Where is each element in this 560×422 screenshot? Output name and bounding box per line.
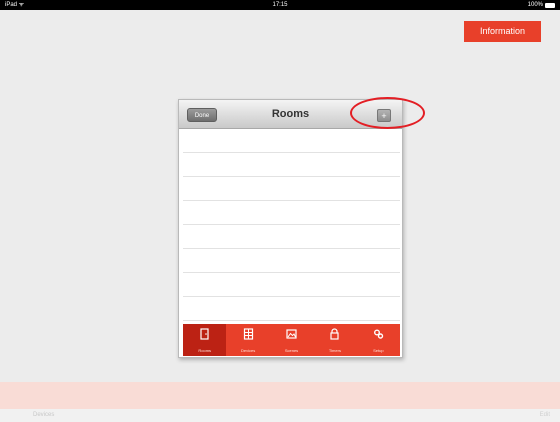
door-icon: [200, 328, 209, 340]
bottom-strip: [0, 382, 560, 409]
bottom-bar: Devices Edit: [0, 409, 560, 422]
image-icon: [286, 329, 297, 339]
tab-label: Setup: [373, 348, 384, 353]
done-button[interactable]: Done: [187, 108, 217, 122]
bottom-right-label[interactable]: Edit: [540, 412, 550, 418]
information-button[interactable]: Information: [464, 21, 541, 42]
tab-devices[interactable]: Devices: [226, 324, 269, 356]
list-item[interactable]: [183, 129, 400, 153]
bottom-left-label[interactable]: Devices: [33, 412, 54, 418]
tab-rooms[interactable]: Rooms: [183, 324, 227, 356]
tab-setup[interactable]: Setup: [357, 324, 400, 356]
popover-title: Rooms: [271, 108, 310, 120]
list-item[interactable]: [183, 249, 400, 273]
lock-icon: [330, 328, 340, 340]
list-item[interactable]: [183, 153, 400, 177]
tab-label: Devices: [240, 348, 256, 353]
list-item[interactable]: [183, 273, 400, 297]
list-item[interactable]: [183, 297, 400, 321]
tab-scenes[interactable]: Scenes: [270, 324, 313, 356]
add-button-highlight-circle: [350, 97, 425, 129]
battery-icon: [545, 2, 555, 8]
status-bar: iPad ᯤ 17:15 100%: [0, 0, 560, 10]
gear-icon: [373, 329, 384, 339]
list-item[interactable]: [183, 177, 400, 201]
tab-label: Scenes: [284, 348, 299, 353]
rooms-list: [183, 129, 400, 321]
tab-label: Timers: [328, 348, 341, 353]
list-item[interactable]: [183, 225, 400, 249]
tab-bar: Rooms Devices Scenes Timers Setup: [183, 324, 400, 356]
tab-timers[interactable]: Timers: [313, 324, 356, 356]
list-item[interactable]: [183, 201, 400, 225]
tab-label: Rooms: [198, 348, 212, 353]
building-icon: [243, 328, 253, 340]
rooms-popover: Done Rooms + Rooms Devices Scenes Timers…: [178, 99, 403, 358]
battery-percent: 100%: [527, 2, 543, 8]
status-time: 17:15: [272, 2, 288, 8]
battery-indicator: 100%: [528, 0, 555, 10]
